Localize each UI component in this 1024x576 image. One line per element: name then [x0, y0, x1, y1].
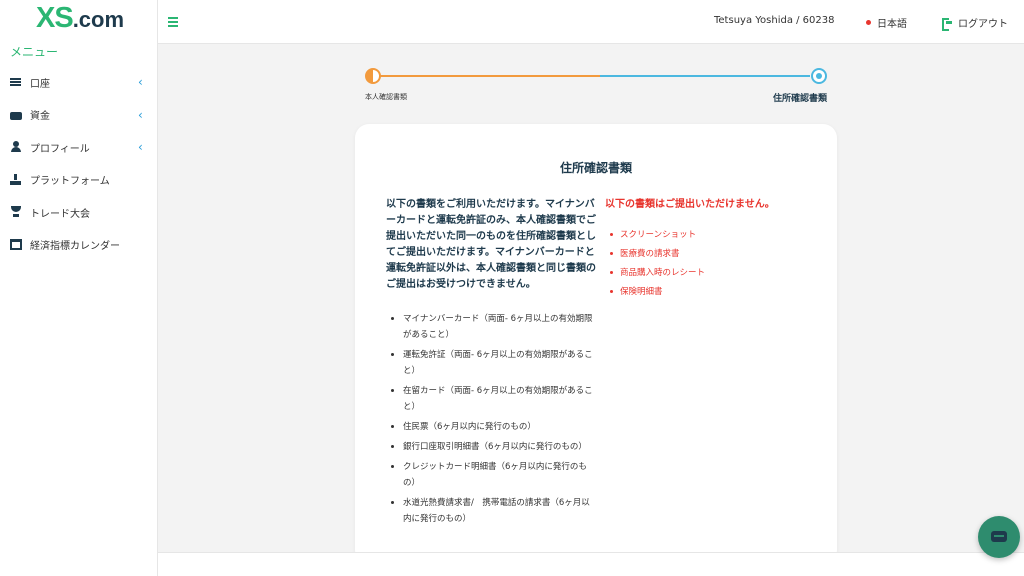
list-item: 運転免許証（両面- 6ヶ月以上の有効期限があること） [391, 347, 596, 379]
chat-button[interactable] [978, 516, 1020, 558]
list-item: 在留カード（両面- 6ヶ月以上の有効期限があること） [391, 383, 596, 415]
flag-icon [866, 20, 871, 25]
list-item: 水道光熱費請求書/ 携帯電話の請求書（6ヶ月以内に発行のもの） [391, 495, 596, 527]
list-icon [10, 76, 22, 88]
sidebar-item-funds[interactable]: 資金 ‹ [0, 99, 158, 132]
chat-icon [991, 531, 1007, 542]
rejected-title: 以下の書類はご提出いただけません。 [605, 199, 775, 210]
list-item: 銀行口座取引明細書（6ヶ月以内に発行のもの） [391, 439, 596, 455]
stepper-line-remaining [600, 75, 810, 77]
list-item: クレジットカード明細書（6ヶ月以内に発行のもの） [391, 459, 596, 491]
list-item: 保険明細書 [610, 284, 815, 300]
sidebar-item-label: トレード大会 [30, 208, 90, 220]
hamburger-menu-icon[interactable] [168, 17, 178, 27]
step-1-indicator [365, 68, 381, 84]
logout-icon [942, 18, 953, 31]
document-card: 住所確認書類 以下の書類をご利用いただけます。マイナンバーカードと運転免許証のみ… [355, 124, 837, 564]
list-item: 医療費の請求書 [610, 246, 815, 262]
user-info: Tetsuya Yoshida / 60238 [714, 15, 835, 26]
sidebar-item-profile[interactable]: プロフィール ‹ [0, 131, 158, 164]
sidebar-item-label: 口座 [30, 78, 50, 90]
sidebar-item-label: 資金 [30, 111, 50, 123]
sidebar-item-platform[interactable]: プラットフォーム [0, 164, 158, 197]
calendar-icon [10, 239, 22, 251]
stepper-line-completed [380, 75, 600, 77]
sidebar-item-label: プラットフォーム [30, 176, 110, 188]
chevron-left-icon: ‹ [138, 107, 143, 122]
sidebar-item-label: プロフィール [30, 143, 90, 155]
logo-suffix: .com [72, 7, 125, 32]
top-header: Tetsuya Yoshida / 60238 日本語 ログアウト [158, 0, 1024, 44]
rejected-list: スクリーンショット 医療費の請求書 商品購入時のレシート 保険明細書 [605, 227, 815, 300]
chevron-left-icon: ‹ [138, 140, 143, 155]
sidebar-item-calendar[interactable]: 経済指標カレンダー [0, 229, 158, 262]
language-selector[interactable]: 日本語 [866, 15, 907, 30]
list-item: スクリーンショット [610, 227, 815, 243]
list-item: マイナンバーカード（両面- 6ヶ月以上の有効期限があること） [391, 311, 596, 343]
bottom-bar [158, 552, 1024, 576]
user-icon [10, 141, 22, 153]
card-title: 住所確認書類 [559, 161, 632, 175]
progress-stepper: 本人確認書類 住所確認書類 [365, 68, 827, 108]
step-2-indicator [811, 68, 827, 84]
list-item: 商品購入時のレシート [610, 265, 815, 281]
sidebar-item-contest[interactable]: トレード大会 [0, 196, 158, 229]
language-label: 日本語 [877, 19, 907, 30]
logo-main: XS [36, 2, 74, 34]
accepted-column: 以下の書類をご利用いただけます。マイナンバーカードと運転免許証のみ、本人確認書類… [386, 197, 596, 531]
logout-label: ログアウト [958, 19, 1008, 30]
step-1-label: 本人確認書類 [365, 93, 407, 101]
trophy-icon [10, 206, 22, 218]
chevron-left-icon: ‹ [138, 75, 143, 90]
download-icon [10, 173, 22, 186]
sidebar-menu: 口座 ‹ 資金 ‹ プロフィール ‹ プラットフォーム トレード大会 経済指標カ… [0, 66, 158, 261]
sidebar-item-account[interactable]: 口座 ‹ [0, 66, 158, 99]
step-2-label: 住所確認書類 [772, 94, 827, 104]
wallet-icon [10, 111, 22, 120]
sidebar: XS.com メニュー 口座 ‹ 資金 ‹ プロフィール ‹ プラットフォーム … [0, 0, 158, 576]
menu-title: メニュー [10, 45, 59, 59]
logout-button[interactable]: ログアウト [942, 15, 1008, 31]
logo[interactable]: XS.com [36, 2, 124, 36]
accepted-list: マイナンバーカード（両面- 6ヶ月以上の有効期限があること） 運転免許証（両面-… [386, 311, 596, 527]
accepted-intro: 以下の書類をご利用いただけます。マイナンバーカードと運転免許証のみ、本人確認書類… [386, 199, 596, 290]
rejected-column: 以下の書類はご提出いただけません。 スクリーンショット 医療費の請求書 商品購入… [605, 197, 815, 303]
list-item: 住民票（6ヶ月以内に発行のもの） [391, 419, 596, 435]
sidebar-item-label: 経済指標カレンダー [30, 241, 120, 253]
